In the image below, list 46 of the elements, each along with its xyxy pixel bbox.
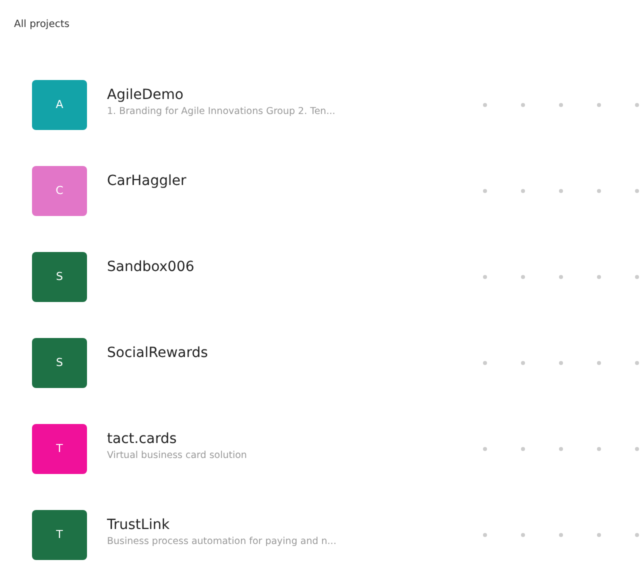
dot-icon xyxy=(483,447,487,451)
dot-icon xyxy=(559,189,563,193)
dot-icon xyxy=(597,447,601,451)
dot-icon xyxy=(521,189,525,193)
dot-icon xyxy=(635,361,639,365)
project-name[interactable]: CarHaggler xyxy=(107,171,186,191)
dot-icon xyxy=(597,189,601,193)
dot-icon xyxy=(597,533,601,537)
project-avatar: T xyxy=(32,510,87,560)
project-name[interactable]: TrustLink xyxy=(107,515,170,535)
dot-icon xyxy=(559,361,563,365)
dot-icon xyxy=(559,447,563,451)
dot-icon xyxy=(559,533,563,537)
project-name[interactable]: Sandbox006 xyxy=(107,257,194,277)
dot-icon xyxy=(559,275,563,279)
project-avatar: S xyxy=(32,338,87,388)
project-description: Virtual business card solution xyxy=(107,449,247,463)
dot-icon xyxy=(635,103,639,107)
dot-icon xyxy=(635,275,639,279)
dot-icon xyxy=(483,189,487,193)
dot-icon xyxy=(597,103,601,107)
dot-icon xyxy=(635,533,639,537)
project-description: 1. Branding for Agile Innovations Group 2. Ten... xyxy=(107,105,336,119)
dot-icon xyxy=(521,533,525,537)
project-avatar: C xyxy=(32,166,87,216)
project-name[interactable]: SocialRewards xyxy=(107,343,208,363)
dot-icon xyxy=(521,103,525,107)
dot-icon xyxy=(597,275,601,279)
dot-icon xyxy=(483,275,487,279)
project-name[interactable]: AgileDemo xyxy=(107,85,184,105)
project-avatar: A xyxy=(32,80,87,130)
project-avatar: T xyxy=(32,424,87,474)
dot-icon xyxy=(635,189,639,193)
dot-icon xyxy=(521,447,525,451)
dot-icon xyxy=(597,361,601,365)
dot-icon xyxy=(483,361,487,365)
dot-icon xyxy=(635,447,639,451)
project-avatar: S xyxy=(32,252,87,302)
section-heading: All projects xyxy=(14,18,70,32)
dot-icon xyxy=(521,361,525,365)
dot-icon xyxy=(483,533,487,537)
dot-icon xyxy=(483,103,487,107)
dot-icon xyxy=(559,103,563,107)
dot-icon xyxy=(521,275,525,279)
project-description: Business process automation for paying and n... xyxy=(107,535,336,549)
project-name[interactable]: tact.cards xyxy=(107,429,177,449)
